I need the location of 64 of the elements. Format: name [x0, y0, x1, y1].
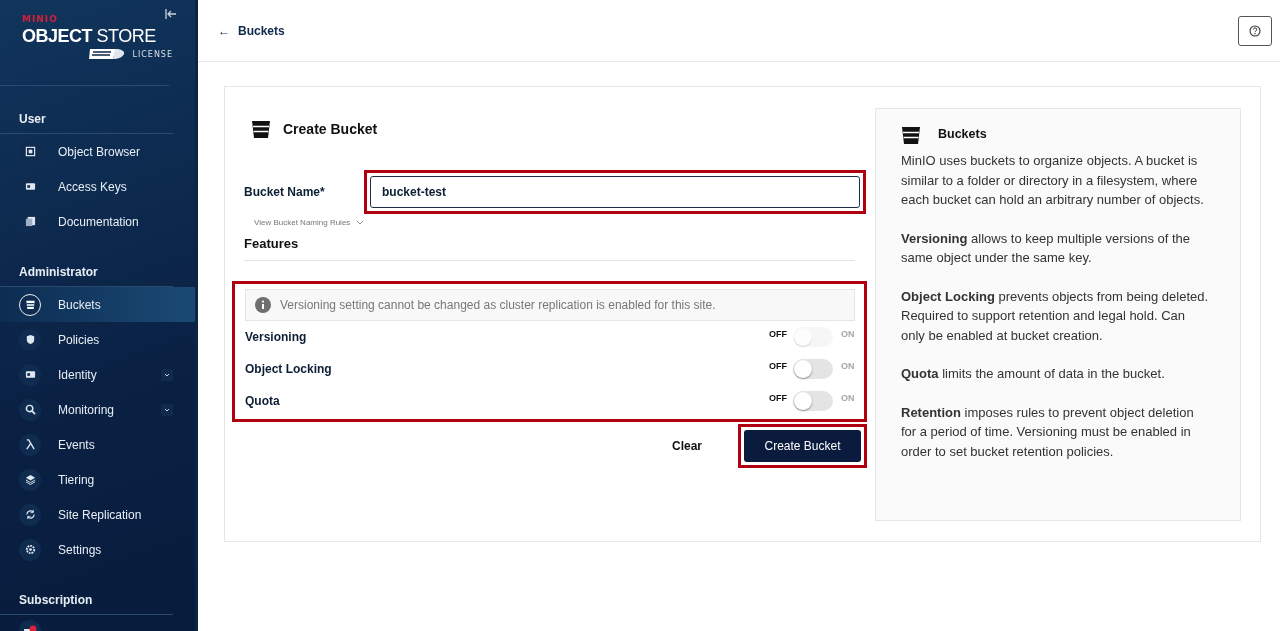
- layers-icon: [24, 474, 36, 485]
- search-icon: [24, 404, 36, 415]
- bucket-icon: [251, 119, 271, 139]
- nav-item[interactable]: Identity: [0, 357, 195, 392]
- sync-icon: [24, 509, 36, 520]
- info-paragraph: Quota limits the amount of data in the bucket.: [901, 365, 1166, 383]
- nav-item[interactable]: Access Keys: [0, 169, 195, 204]
- section-title: User: [0, 86, 173, 134]
- info-paragraph: Versioning allows to keep multiple versions of the same object under the same key.: [901, 229, 1192, 267]
- on-label: ON: [841, 329, 855, 339]
- nav-item[interactable]: Documentation: [0, 204, 195, 239]
- id-card-icon: [24, 369, 36, 380]
- bucket-icon: [901, 125, 921, 145]
- info-paragraph: Retention imposes rules to prevent object deletion for a period of time. Versioning must be enabled in order to set bucket retention policies.: [901, 403, 1195, 461]
- clear-button[interactable]: Clear: [665, 438, 708, 454]
- lambda-icon: [24, 439, 36, 450]
- bucket-name-field[interactable]: bucket-test: [370, 176, 860, 208]
- brand-maker: MINIO: [22, 14, 58, 24]
- nav-item[interactable]: Settings: [0, 532, 195, 567]
- grid-icon: [24, 146, 36, 157]
- license-badge-icon: [88, 48, 127, 60]
- off-label: OFF: [769, 393, 787, 403]
- collapse-icon[interactable]: [165, 8, 177, 20]
- off-label: OFF: [769, 329, 787, 339]
- nav-item[interactable]: Object Browser: [0, 134, 195, 169]
- chevron-down-icon[interactable]: [161, 403, 173, 416]
- nav-item[interactable]: Tiering: [0, 462, 195, 497]
- nav-item[interactable]: Site Replication: [0, 497, 195, 532]
- feature-label: Versioning: [245, 330, 308, 344]
- nav-item[interactable]: Buckets: [0, 287, 195, 322]
- shield-icon: [24, 334, 36, 345]
- back-arrow-icon: ←: [218, 23, 230, 38]
- feature-label: Object Locking: [245, 362, 333, 376]
- info-title: Buckets: [938, 126, 987, 144]
- toggle-switch[interactable]: [793, 391, 833, 411]
- field-label: Bucket Name*: [244, 185, 326, 199]
- settings-icon: [24, 544, 36, 555]
- feature-label: Quota: [245, 394, 281, 408]
- section-title: Subscription: [0, 567, 173, 615]
- on-label: ON: [841, 361, 855, 371]
- toggle-switch[interactable]: [793, 359, 833, 379]
- help-icon: [1249, 24, 1261, 37]
- off-label: OFF: [769, 361, 787, 371]
- create-bucket-button[interactable]: Create Bucket: [744, 430, 861, 462]
- nav-item[interactable]: Events: [0, 427, 195, 462]
- nav-item[interactable]: Monitoring: [0, 392, 195, 427]
- naming-rules-link[interactable]: View Bucket Naming Rules: [254, 218, 365, 227]
- chevron-down-icon[interactable]: [161, 368, 173, 381]
- on-label: ON: [841, 393, 855, 403]
- section-heading: Features: [244, 227, 855, 261]
- info-icon: [255, 297, 271, 313]
- license-label: LICENSE: [132, 49, 173, 59]
- help-button[interactable]: [1238, 15, 1272, 46]
- back-link[interactable]: ← Buckets: [218, 23, 285, 38]
- info-paragraph: Object Locking prevents objects from being deleted. Required to support retention and legal hold. Can only be enabled at bucket creation.: [901, 287, 1210, 345]
- notice-text: Versioning setting cannot be changed as cluster replication is enabled for this site.: [280, 298, 716, 312]
- form-title: Create Bucket: [283, 121, 378, 137]
- document-icon: [24, 216, 36, 227]
- id-card-icon: [24, 181, 36, 192]
- nav-item[interactable]: Policies: [0, 322, 195, 357]
- bucket-icon: [24, 299, 36, 310]
- product-name: OBJECT STORE: [22, 25, 156, 48]
- info-paragraph: MinIO uses buckets to organize objects. A bucket is similar to a folder or directory in a filesystem, where each bucket can hold an arbitrary number of objects.: [901, 152, 1205, 209]
- chevron-down-icon: [356, 219, 365, 226]
